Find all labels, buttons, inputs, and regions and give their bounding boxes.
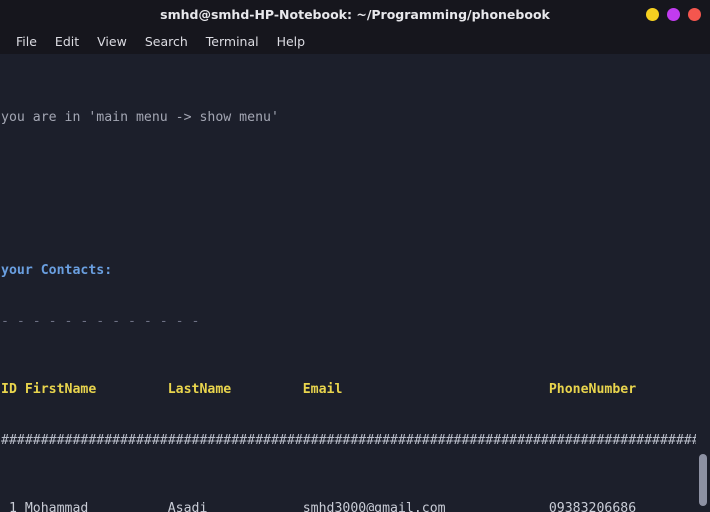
window-controls xyxy=(646,0,701,28)
maximize-button[interactable] xyxy=(667,7,680,21)
window-title: smhd@smhd-HP-Notebook: ~/Programming/pho… xyxy=(160,6,550,22)
menu-item-search[interactable]: Search xyxy=(136,31,197,52)
table-rows: 1 Mohammad Asadi smhd3000@gmail.com 0938… xyxy=(1,500,710,512)
status-line: you are in 'main menu -> show menu' xyxy=(1,110,279,125)
menu-item-terminal[interactable]: Terminal xyxy=(197,31,268,52)
menu-item-view[interactable]: View xyxy=(88,31,136,52)
terminal-output-area[interactable]: you are in 'main menu -> show menu' your… xyxy=(0,54,710,512)
minimize-button[interactable] xyxy=(646,7,659,21)
scrollbar-thumb[interactable] xyxy=(699,454,707,506)
menu-item-file[interactable]: File xyxy=(7,31,46,52)
terminal-text: you are in 'main menu -> show menu' your… xyxy=(0,58,710,512)
close-button[interactable] xyxy=(688,7,701,21)
menu-item-help[interactable]: Help xyxy=(268,31,315,52)
menu-item-edit[interactable]: Edit xyxy=(46,31,88,52)
table-separator-top: ########################################… xyxy=(1,433,708,448)
contacts-heading: your Contacts: xyxy=(1,263,113,278)
menu-bar: File Edit View Search Terminal Help xyxy=(0,28,710,54)
table-row-text: 1 Mohammad Asadi smhd3000@gmail.com 0938… xyxy=(1,501,637,512)
heading-underline: - - - - - - - - - - - - - xyxy=(1,314,200,329)
table-header-row: ID FirstName LastName Email PhoneNumber xyxy=(1,382,637,397)
title-bar[interactable]: smhd@smhd-HP-Notebook: ~/Programming/pho… xyxy=(0,0,710,28)
terminal-window: smhd@smhd-HP-Notebook: ~/Programming/pho… xyxy=(0,0,710,512)
table-row: 1 Mohammad Asadi smhd3000@gmail.com 0938… xyxy=(1,500,710,512)
scrollbar-track[interactable] xyxy=(696,54,710,512)
